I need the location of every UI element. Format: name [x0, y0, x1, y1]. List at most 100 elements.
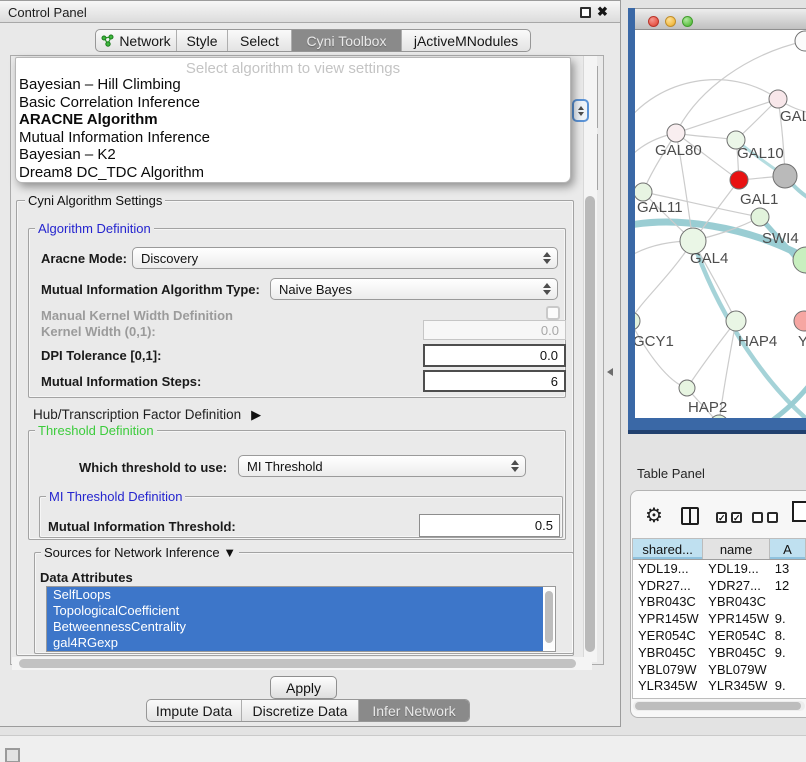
network-node[interactable]	[769, 90, 787, 108]
table-cell[interactable]: YBL079W	[703, 662, 770, 677]
mi-algorithm-type-combo[interactable]: Naive Bayes	[270, 278, 558, 300]
network-node[interactable]	[773, 164, 797, 188]
list-scrollbar[interactable]	[544, 589, 554, 649]
network-node-gal1[interactable]	[751, 208, 769, 226]
table-cell[interactable]: YIL052C	[633, 695, 703, 699]
checked-checkbox-icon[interactable]: ✓	[716, 512, 727, 523]
network-edge[interactable]	[635, 241, 693, 321]
network-edge[interactable]	[693, 241, 806, 418]
table-cell[interactable]: 9.	[770, 695, 806, 699]
network-edge[interactable]	[635, 80, 778, 124]
corner-widget[interactable]	[5, 748, 20, 762]
mi-threshold-field[interactable]: 0.5	[419, 514, 560, 537]
network-edge[interactable]	[687, 321, 736, 388]
table-row[interactable]: YPR145WYPR145W9.	[633, 610, 806, 627]
list-item[interactable]: gal4RGexp	[47, 635, 543, 651]
tab-infer-network[interactable]: Infer Network	[359, 700, 469, 721]
table-cell[interactable]: YDL19...	[703, 561, 770, 576]
table-cell[interactable]: YBR045C	[703, 645, 770, 660]
list-item[interactable]: SelfLoops	[47, 587, 543, 603]
network-node[interactable]	[794, 311, 806, 331]
table-cell[interactable]: YDR27...	[703, 578, 770, 593]
network-node-hap2[interactable]	[679, 380, 695, 396]
float-window-icon[interactable]	[580, 7, 591, 18]
minimize-traffic-light[interactable]	[665, 16, 676, 27]
sources-title[interactable]: Sources for Network Inference ▼	[41, 545, 239, 560]
table-cell[interactable]: YBL079W	[633, 662, 703, 677]
table-cell[interactable]: 9.	[770, 645, 806, 660]
column-header[interactable]: shared...	[633, 539, 703, 559]
table-row[interactable]: YLR345WYLR345W9.	[633, 678, 806, 695]
column-header[interactable]: name	[703, 539, 770, 559]
tab-select[interactable]: Select	[228, 30, 292, 51]
table-cell[interactable]: YLR345W	[633, 678, 703, 693]
table-cell[interactable]: 8.	[770, 628, 806, 643]
gear-icon[interactable]: ⚙	[645, 503, 663, 528]
algorithm-option-selected[interactable]: ARACNE Algorithm	[16, 111, 570, 129]
tab-discretize-data[interactable]: Discretize Data	[242, 700, 359, 721]
dpi-tolerance-field[interactable]: 0.0	[423, 344, 566, 367]
algorithm-option[interactable]: Bayesian – Hill Climbing	[16, 76, 570, 94]
algorithm-option[interactable]: Dream8 DC_TDC Algorithm	[16, 164, 570, 182]
algorithm-option[interactable]: Mutual Information Inference	[16, 129, 570, 147]
network-node[interactable]	[795, 31, 806, 51]
close-traffic-light[interactable]	[648, 16, 659, 27]
list-item[interactable]: BetweennessCentrality	[47, 619, 543, 635]
unchecked-checkbox-icon[interactable]	[752, 512, 763, 523]
close-icon[interactable]: ✖	[597, 4, 608, 20]
network-canvas[interactable]: GALGAL80GAL10GAL1GAL11GAL4SWI4GCY1HAP4YH…	[635, 30, 806, 418]
table-cell[interactable]: YPR145W	[633, 611, 703, 626]
settings-horizontal-scrollbar-thumb[interactable]	[19, 659, 576, 668]
tab-style[interactable]: Style	[177, 30, 228, 51]
table-cell[interactable]: 9.	[770, 678, 806, 693]
table-row[interactable]: YBL079WYBL079W	[633, 661, 806, 678]
network-node-gal80[interactable]	[667, 124, 685, 142]
hub-transcription-factor-disclosure[interactable]: Hub/Transcription Factor Definition▶	[33, 407, 261, 423]
checked-checkbox-icon[interactable]: ✓	[731, 512, 742, 523]
algorithm-option[interactable]: Bayesian – K2	[16, 146, 570, 164]
columns-icon[interactable]	[681, 507, 699, 525]
unchecked-checkbox-icon[interactable]	[767, 512, 778, 523]
tab-impute-data[interactable]: Impute Data	[147, 700, 242, 721]
table-cell[interactable]: 12	[770, 578, 806, 593]
table-row[interactable]: YBR045CYBR045C9.	[633, 644, 806, 661]
table-row[interactable]: YIL052CYIL052C9.	[633, 694, 806, 699]
algorithm-option[interactable]: Basic Correlation Inference	[16, 94, 570, 112]
table-cell[interactable]: YPR145W	[703, 611, 770, 626]
table-row[interactable]: YDL19...YDL19...13	[633, 560, 806, 577]
tab-network[interactable]: Network	[96, 30, 177, 51]
settings-vertical-scrollbar-thumb[interactable]	[585, 196, 595, 652]
list-item[interactable]: TopologicalCoefficient	[47, 603, 543, 619]
apply-button[interactable]: Apply	[270, 676, 337, 699]
table-cell[interactable]: 9.	[770, 611, 806, 626]
data-attributes-list[interactable]: SelfLoops TopologicalCoefficient Between…	[46, 586, 556, 652]
table-cell[interactable]: YER054C	[633, 628, 703, 643]
table-horizontal-scrollbar[interactable]	[633, 701, 805, 711]
network-node-gcy1[interactable]	[635, 312, 640, 330]
table-cell[interactable]: YDR27...	[633, 578, 703, 593]
tab-jactivemnodules[interactable]: jActiveMNodules	[402, 30, 530, 51]
aracne-mode-combo[interactable]: Discovery	[132, 247, 558, 269]
which-threshold-combo[interactable]: MI Threshold	[238, 455, 526, 477]
table-cell[interactable]: YIL052C	[703, 695, 770, 699]
hidden-combo-stepper[interactable]	[572, 99, 589, 122]
table-cell[interactable]: YBR043C	[703, 594, 770, 609]
tab-cyni-toolbox[interactable]: Cyni Toolbox	[292, 30, 402, 51]
document-icon[interactable]	[792, 501, 806, 522]
table-cell[interactable]: 13	[770, 561, 806, 576]
network-node-hap4[interactable]	[726, 311, 746, 331]
table-row[interactable]: YDR27...YDR27...12	[633, 577, 806, 594]
table-cell[interactable]: YBR045C	[633, 645, 703, 660]
zoom-traffic-light[interactable]	[682, 16, 693, 27]
table-cell[interactable]: YBR043C	[633, 594, 703, 609]
table-cell[interactable]: YER054C	[703, 628, 770, 643]
table-cell[interactable]: YLR345W	[703, 678, 770, 693]
network-edge[interactable]	[635, 321, 687, 388]
table-row[interactable]: YBR043CYBR043C	[633, 594, 806, 611]
network-node[interactable]	[730, 171, 748, 189]
mi-steps-field[interactable]: 6	[423, 370, 566, 392]
column-header[interactable]: A	[770, 539, 806, 559]
table-row[interactable]: YER054CYER054C8.	[633, 627, 806, 644]
split-pane-collapse-icon[interactable]	[607, 368, 613, 376]
table-cell[interactable]: YDL19...	[633, 561, 703, 576]
